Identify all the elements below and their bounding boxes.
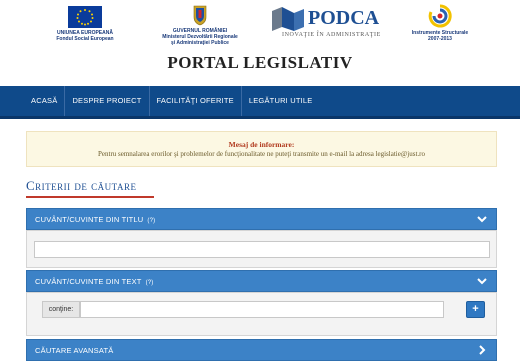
nav-item-features[interactable]: FACILITĂŢI OFERITE — [150, 86, 242, 116]
panel-text-label: CUVÂNT/CUVINTE DIN TEXT — [35, 277, 142, 286]
main-navigation: ACASĂ DESPRE PROIECT FACILITĂŢI OFERITE … — [0, 86, 520, 119]
podca-wordmark: PODCA — [308, 7, 380, 29]
panel-body-text-words: conţine: + — [26, 292, 497, 336]
nav-item-about[interactable]: DESPRE PROIECT — [65, 86, 150, 116]
eu-flag-icon — [68, 6, 102, 28]
nav-item-home[interactable]: ACASĂ — [25, 86, 66, 116]
title-words-input[interactable] — [34, 241, 490, 258]
instr-caption-2: 2007-2013 — [428, 36, 452, 42]
panel-title-label: CUVÂNT/CUVINTE DIN TITLU — [35, 215, 144, 224]
romania-crest-icon — [192, 4, 208, 26]
section-title-underline — [26, 196, 154, 198]
chevron-down-icon[interactable] — [476, 213, 488, 225]
structural-instruments-icon — [426, 4, 454, 28]
add-criterion-button[interactable]: + — [466, 301, 485, 318]
structural-instruments-logo: Instrumente Structurale 2007-2013 — [400, 4, 480, 42]
government-logo: GUVERNUL ROMÂNIEI Ministerul Dezvoltării… — [160, 4, 240, 46]
header-logos: UNIUNEA EUROPEANĂ Fondul Social European… — [0, 0, 520, 50]
nav-item-useful-links[interactable]: LEGĂTURI UTILE — [242, 86, 320, 116]
podca-mark-icon — [272, 7, 304, 31]
gov-caption-3: şi Administraţiei Publice — [171, 40, 229, 46]
page-title: PORTAL LEGISLATIV — [167, 53, 353, 72]
podca-tagline: INOVAŢIE ÎN ADMINISTRAŢIE — [282, 32, 381, 38]
eu-logo: UNIUNEA EUROPEANĂ Fondul Social European — [55, 6, 115, 42]
info-text: Pentru semnalarea erorilor şi problemelo… — [98, 150, 425, 158]
help-icon[interactable]: (?) — [146, 280, 154, 286]
info-heading: Mesaj de informare: — [228, 140, 295, 149]
panel-header-title-words[interactable]: CUVÂNT/CUVINTE DIN TITLU (?) — [26, 208, 497, 230]
panel-label: CUVÂNT/CUVINTE DIN TITLU (?) — [35, 215, 155, 224]
panel-header-text-words[interactable]: CUVÂNT/CUVINTE DIN TEXT (?) — [26, 270, 497, 292]
panel-advanced-label: CĂUTARE AVANSATĂ — [35, 346, 114, 355]
chevron-down-icon[interactable] — [476, 275, 488, 287]
eu-caption-2: Fondul Social European — [56, 36, 114, 42]
panel-header-advanced-search[interactable]: CĂUTARE AVANSATĂ — [26, 339, 497, 361]
chevron-right-icon[interactable] — [476, 344, 488, 356]
contains-addon: conţine: — [42, 301, 80, 318]
panel-label: CUVÂNT/CUVINTE DIN TEXT (?) — [35, 277, 154, 286]
panel-body-title-words — [26, 230, 497, 268]
search-section-title: Criterii de căutare — [26, 178, 137, 193]
info-message: Mesaj de informare: Pentru semnalarea er… — [26, 131, 497, 167]
help-icon[interactable]: (?) — [147, 218, 155, 224]
text-words-input[interactable] — [80, 301, 444, 318]
podca-logo: PODCA INOVAŢIE ÎN ADMINISTRAŢIE — [270, 3, 385, 41]
